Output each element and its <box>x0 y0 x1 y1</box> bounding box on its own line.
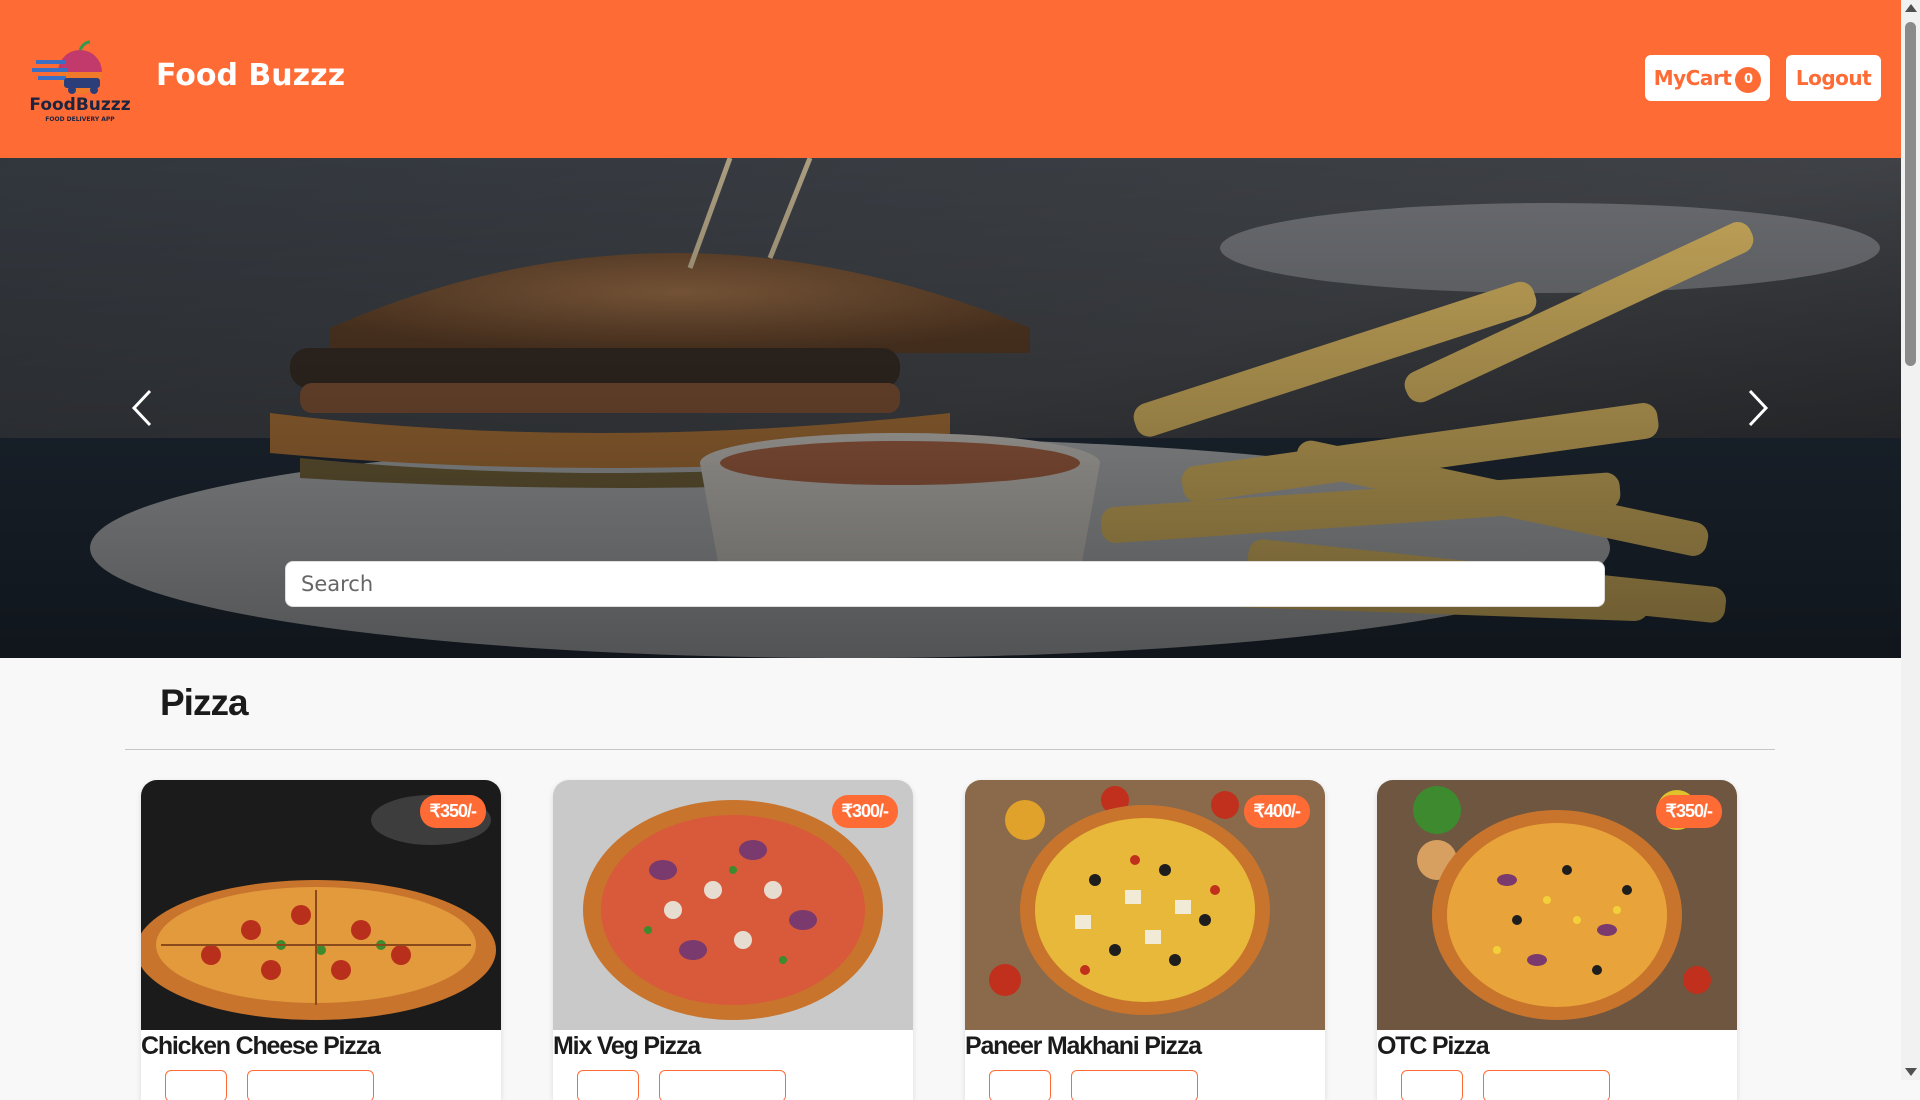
navbar: FoodBuzzz FOOD DELIVERY APP Food Buzzz M… <box>0 0 1901 158</box>
size-select[interactable] <box>247 1070 374 1100</box>
food-card: ₹350/- Chicken Cheese Pizza <box>141 780 501 1100</box>
my-cart-button[interactable]: MyCart 0 <box>1645 55 1770 101</box>
search-input[interactable] <box>285 561 1605 607</box>
scroll-up-arrow[interactable] <box>1905 4 1917 12</box>
cart-label: MyCart <box>1653 66 1732 90</box>
quantity-select[interactable] <box>165 1070 227 1100</box>
price-badge: ₹400/- <box>1243 795 1310 828</box>
category-title: Pizza <box>160 682 249 723</box>
food-name: OTC Pizza <box>1377 1032 1490 1060</box>
food-name: Paneer Makhani Pizza <box>965 1032 1202 1060</box>
food-name: Chicken Cheese Pizza <box>141 1032 381 1060</box>
quantity-select[interactable] <box>989 1070 1051 1100</box>
size-select[interactable] <box>1483 1070 1610 1100</box>
quantity-select[interactable] <box>1401 1070 1463 1100</box>
page-scrollbar[interactable] <box>1901 0 1920 1080</box>
food-card: ₹350/- OTC Pizza <box>1377 780 1737 1100</box>
scroll-thumb[interactable] <box>1905 22 1916 366</box>
price-badge: ₹350/- <box>419 795 486 828</box>
brand-name[interactable]: Food Buzzz <box>156 58 345 93</box>
food-name: Mix Veg Pizza <box>553 1032 701 1060</box>
chevron-left-icon <box>131 389 152 427</box>
carousel-next-button[interactable] <box>1736 383 1776 433</box>
size-select[interactable] <box>1071 1070 1198 1100</box>
food-card: ₹300/- Mix Veg Pizza <box>553 780 913 1100</box>
logout-button[interactable]: Logout <box>1786 55 1881 101</box>
food-card: ₹400/- Paneer Makhani Pizza <box>965 780 1325 1100</box>
brand-logo[interactable]: FoodBuzzz FOOD DELIVERY APP <box>28 28 132 126</box>
logo-tagline: FOOD DELIVERY APP <box>45 116 115 123</box>
quantity-select[interactable] <box>577 1070 639 1100</box>
logo-text: FoodBuzzz <box>29 95 130 115</box>
category-divider <box>125 749 1775 750</box>
scroll-down-arrow[interactable] <box>1905 1068 1917 1076</box>
chevron-right-icon <box>1748 389 1769 427</box>
cart-count-badge: 0 <box>1735 66 1762 93</box>
price-badge: ₹300/- <box>831 795 898 828</box>
price-badge: ₹350/- <box>1655 795 1722 828</box>
carousel-prev-button[interactable] <box>124 383 164 433</box>
size-select[interactable] <box>659 1070 786 1100</box>
